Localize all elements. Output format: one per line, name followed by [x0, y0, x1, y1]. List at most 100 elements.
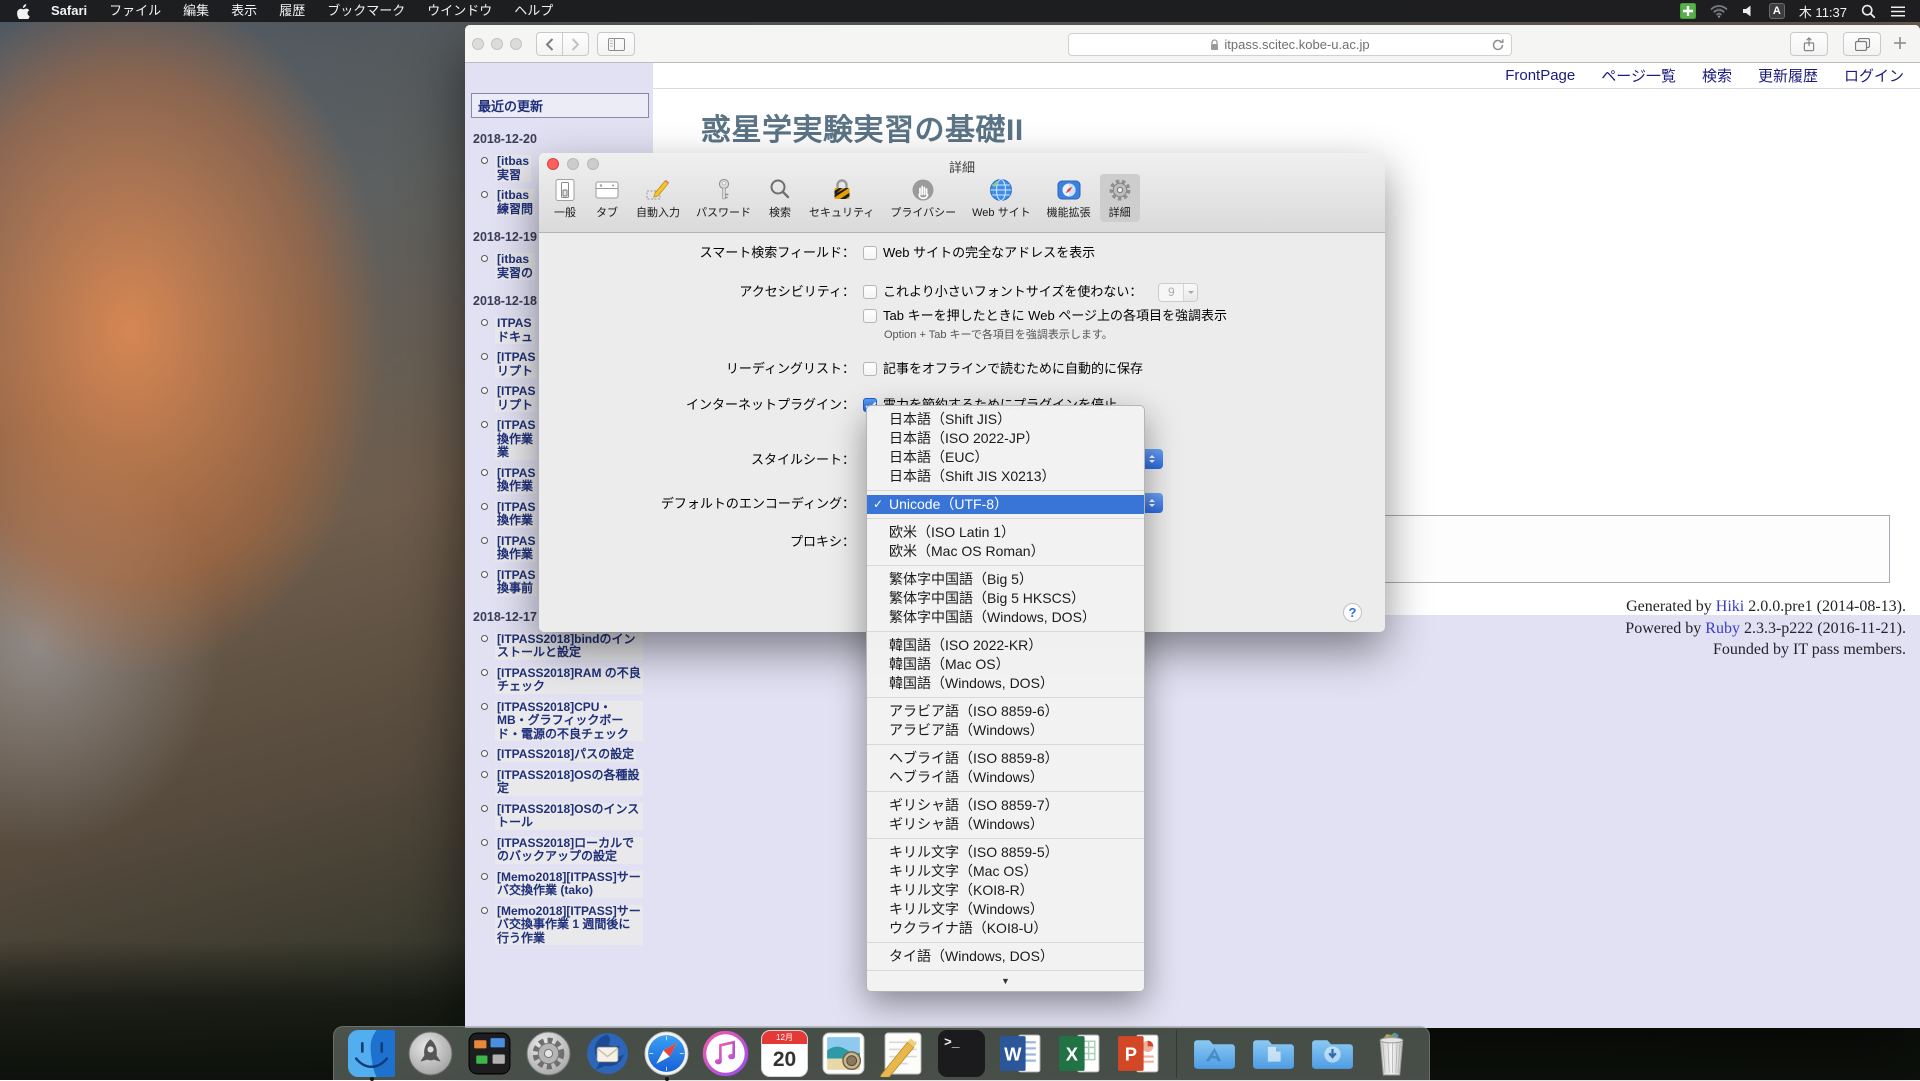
recent-update-link[interactable]: [itbas 実習の	[495, 253, 535, 280]
prefs-tab-privacy[interactable]: プライバシー	[883, 174, 963, 222]
recent-update-link[interactable]: [ITPASS2018]OSの各種設定	[495, 769, 643, 796]
dock-terminal[interactable]: >_	[938, 1030, 985, 1077]
encoding-option[interactable]: 繁体字中国語（Big 5）	[867, 570, 1144, 589]
dock-photos[interactable]	[820, 1030, 867, 1077]
recent-update-link[interactable]: [ITPASS2018]CPU・MB・グラフィックボード・電源の不良チェック	[495, 701, 643, 742]
menubar-item-6[interactable]: ウインドウ	[416, 0, 503, 22]
recent-update-item[interactable]: [ITPASS2018]RAM の不良チェック	[481, 667, 649, 694]
prefs-tab-search[interactable]: 検索	[760, 174, 800, 222]
dock-thunderbird[interactable]	[584, 1030, 631, 1077]
menubar-item-4[interactable]: 履歴	[268, 0, 316, 22]
encoding-option[interactable]: アラビア語（ISO 8859-6）	[867, 702, 1144, 721]
wiki-nav-link[interactable]: FrontPage	[1505, 67, 1575, 84]
tab-highlight-checkbox[interactable]	[863, 309, 877, 323]
recent-update-link[interactable]: [Memo2018][ITPASS]サーバ交換事作業 1 週間後に行う作業	[495, 905, 643, 946]
recent-update-link[interactable]: [ITPAS リプト	[495, 351, 537, 378]
recent-update-item[interactable]: [ITPASS2018]bindのインストールと設定	[481, 633, 649, 660]
address-bar[interactable]: itpass.scitec.kobe-u.ac.jp	[1068, 33, 1512, 56]
recent-update-item[interactable]: [ITPASS2018]CPU・MB・グラフィックボード・電源の不良チェック	[481, 701, 649, 742]
menubar-item-7[interactable]: ヘルプ	[503, 0, 564, 22]
recent-update-item[interactable]: [ITPASS2018]パスの設定	[481, 748, 649, 762]
encoding-option[interactable]: ✓Unicode（UTF-8）	[867, 495, 1144, 514]
zoom-window-button[interactable]	[510, 38, 522, 50]
encoding-option[interactable]: 韓国語（Mac OS）	[867, 655, 1144, 674]
encoding-option[interactable]: キリル文字（Mac OS）	[867, 862, 1144, 881]
recent-update-link[interactable]: [ITPASS2018]ローカルでのバックアップの設定	[495, 837, 643, 864]
recent-update-item[interactable]: [ITPASS2018]OSの各種設定	[481, 769, 649, 796]
volume-icon[interactable]	[1742, 5, 1755, 17]
close-window-button[interactable]	[472, 38, 484, 50]
wiki-nav-link[interactable]: 更新履歴	[1758, 65, 1818, 86]
prefs-tab-extensions[interactable]: 機能拡張	[1040, 174, 1098, 222]
menubar-clock[interactable]: 木 11:37	[1799, 2, 1847, 21]
encoding-option[interactable]: ギリシャ語（Windows）	[867, 815, 1144, 834]
dock-powerpoint[interactable]: P	[1115, 1030, 1162, 1077]
prefs-tab-advanced[interactable]: 詳細	[1100, 174, 1140, 222]
recent-update-link[interactable]: [ITPASS2018]RAM の不良チェック	[495, 667, 643, 694]
recent-update-link[interactable]: [ITPAS 換作業	[495, 501, 537, 528]
recent-update-link[interactable]: [ITPASS2018]bindのインストールと設定	[495, 633, 643, 660]
forward-button[interactable]	[562, 32, 589, 56]
dock-mission-control[interactable]	[466, 1030, 513, 1077]
recent-update-item[interactable]: [Memo2018][ITPASS]サーバ交換事作業 1 週間後に行う作業	[481, 905, 649, 946]
menubar-item-0[interactable]: Safari	[40, 0, 98, 22]
dock-itunes[interactable]	[702, 1030, 749, 1077]
encoding-option[interactable]: キリル文字（Windows）	[867, 900, 1144, 919]
prefs-tab-websites[interactable]: Web サイト	[965, 174, 1037, 222]
recent-update-link[interactable]: ITPAS ドキュ	[495, 317, 535, 344]
sidebar-toggle-button[interactable]	[597, 32, 635, 56]
footer-link[interactable]: Ruby	[1705, 620, 1740, 637]
encoding-option[interactable]: キリル文字（ISO 8859-5）	[867, 843, 1144, 862]
encoding-option[interactable]: ギリシャ語（ISO 8859-7）	[867, 796, 1144, 815]
dock-folder-documents[interactable]	[1250, 1030, 1297, 1077]
prefs-tab-general[interactable]: 一般	[545, 174, 585, 222]
encoding-option[interactable]: アラビア語（Windows）	[867, 721, 1144, 740]
dock-word[interactable]: W	[997, 1030, 1044, 1077]
minimize-window-button[interactable]	[491, 38, 503, 50]
dock-launchpad[interactable]	[407, 1030, 454, 1077]
tab-overview-button[interactable]	[1843, 32, 1881, 56]
prefs-tab-passwords[interactable]: パスワード	[689, 174, 758, 222]
notification-center-icon[interactable]	[1890, 5, 1906, 18]
wiki-nav-link[interactable]: 検索	[1702, 65, 1732, 86]
encoding-option[interactable]: ウクライナ語（KOI8-U）	[867, 919, 1144, 938]
footer-link[interactable]: Hiki	[1716, 598, 1744, 615]
smart-search-checkbox[interactable]	[863, 246, 877, 260]
reload-icon[interactable]	[1491, 38, 1505, 55]
recent-update-item[interactable]: [Memo2018][ITPASS]サーバ交換作業 (tako)	[481, 871, 649, 898]
encoding-option[interactable]: 日本語（EUC）	[867, 448, 1144, 467]
dock-notes[interactable]	[879, 1030, 926, 1077]
reading-list-checkbox[interactable]	[863, 362, 877, 376]
encoding-option[interactable]: 繁体字中国語（Big 5 HKSCS）	[867, 589, 1144, 608]
encoding-option[interactable]: 韓国語（Windows, DOS）	[867, 674, 1144, 693]
recent-update-link[interactable]: [ITPASS2018]OSのインストール	[495, 803, 643, 830]
encoding-option[interactable]: タイ語（Windows, DOS）	[867, 947, 1144, 966]
menubar-item-2[interactable]: 編集	[172, 0, 220, 22]
recent-update-link[interactable]: [itbas 練習問	[495, 189, 535, 216]
new-tab-icon[interactable]	[1893, 36, 1907, 55]
menubar-item-1[interactable]: ファイル	[98, 0, 172, 22]
prefs-tab-autofill[interactable]: 自動入力	[629, 174, 687, 222]
recent-update-link[interactable]: [ITPAS リプト	[495, 385, 537, 412]
dock-folder-applications[interactable]	[1191, 1030, 1238, 1077]
dock-trash[interactable]	[1368, 1030, 1415, 1077]
recent-update-item[interactable]: [ITPASS2018]OSのインストール	[481, 803, 649, 830]
encoding-option[interactable]: ヘブライ語（Windows）	[867, 768, 1144, 787]
encoding-option[interactable]: 繁体字中国語（Windows, DOS）	[867, 608, 1144, 627]
back-button[interactable]	[536, 32, 563, 56]
dock-safari[interactable]	[643, 1030, 690, 1077]
wiki-nav-link[interactable]: ログイン	[1844, 65, 1904, 86]
encoding-option[interactable]: 日本語（ISO 2022-JP）	[867, 429, 1144, 448]
wifi-icon[interactable]	[1710, 4, 1728, 18]
wiki-nav-link[interactable]: ページ一覧	[1601, 65, 1676, 86]
dock-calendar[interactable]: 12月20	[761, 1030, 808, 1077]
input-source-icon[interactable]: A	[1769, 3, 1785, 19]
help-button[interactable]: ?	[1343, 603, 1362, 622]
dock-folder-downloads[interactable]	[1309, 1030, 1356, 1077]
encoding-option[interactable]: 韓国語（ISO 2022-KR）	[867, 636, 1144, 655]
font-size-select[interactable]: 9	[1158, 283, 1198, 302]
recent-update-link[interactable]: [ITPASS2018]パスの設定	[495, 748, 636, 762]
encoding-option[interactable]: ヘブライ語（ISO 8859-8）	[867, 749, 1144, 768]
recent-update-link[interactable]: [ITPAS 換作業	[495, 535, 537, 562]
prefs-tab-security[interactable]: セキュリティ	[802, 174, 881, 222]
